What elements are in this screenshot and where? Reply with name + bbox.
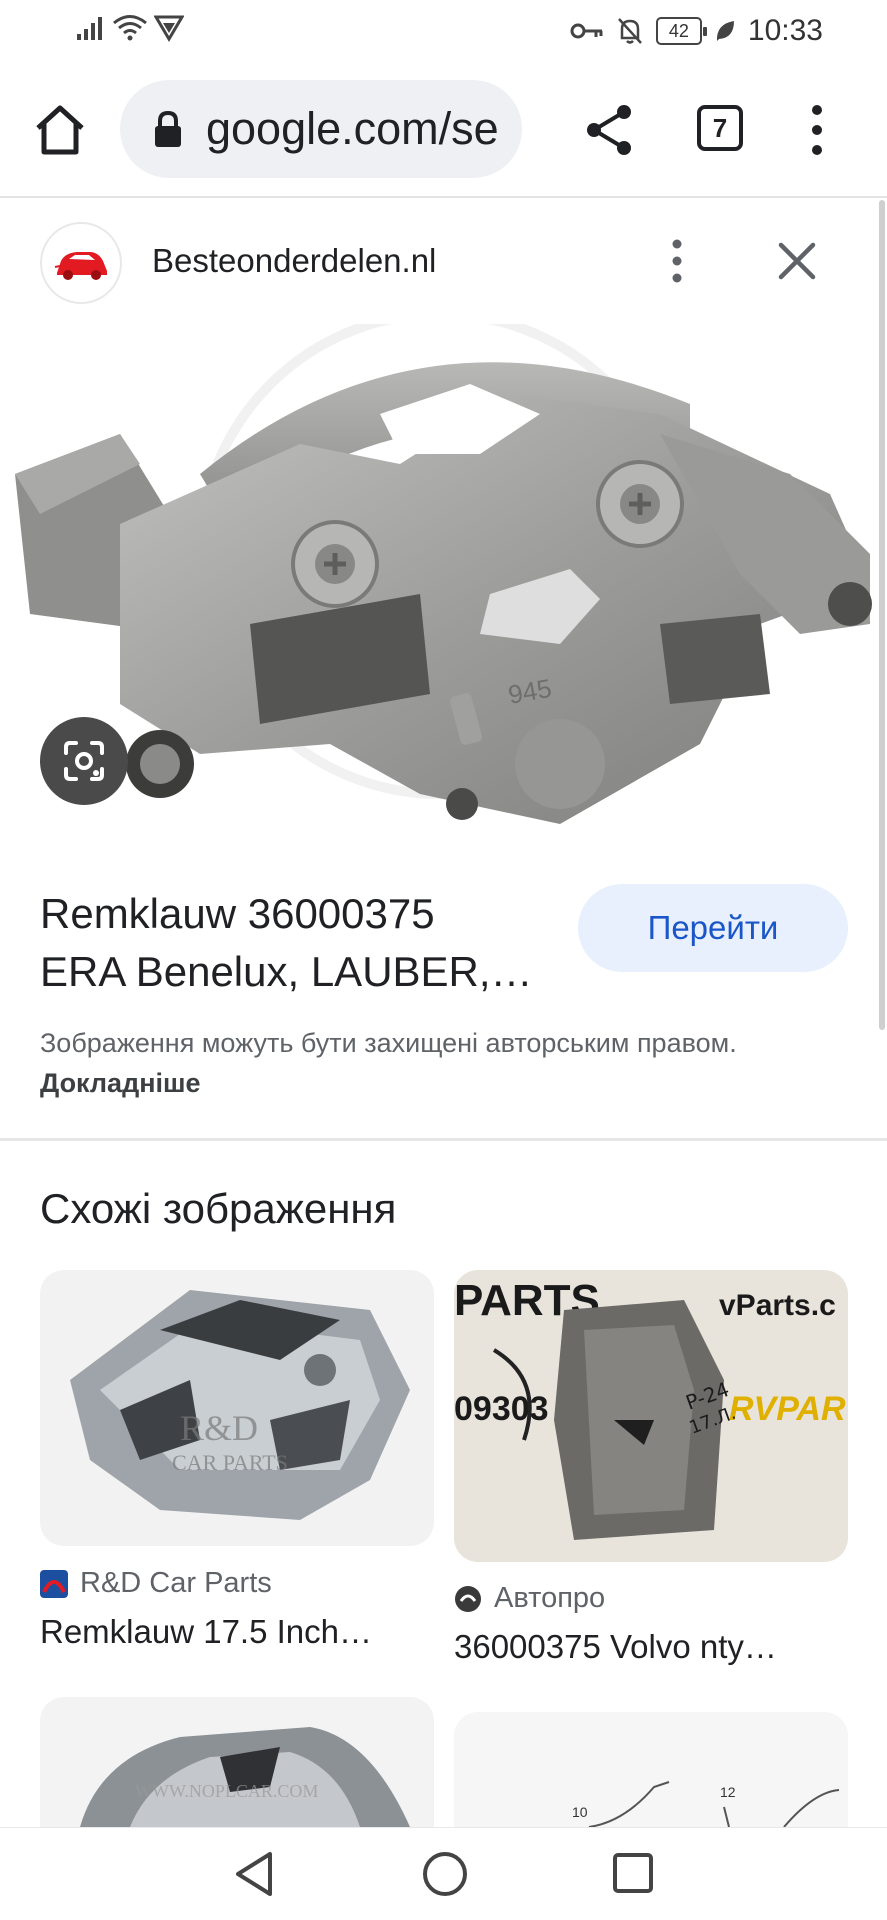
sign-text: vParts.c <box>719 1289 836 1322</box>
home-icon[interactable] <box>30 100 90 160</box>
similar-thumb-diagram[interactable]: 10 12 <box>454 1712 848 1827</box>
diagram-label: 12 <box>720 1784 736 1800</box>
browser-toolbar: google.com/se 7 <box>0 62 887 198</box>
lock-icon <box>155 110 181 147</box>
tabs-icon[interactable]: 7 <box>697 105 743 151</box>
watermark-text: R&D <box>180 1408 258 1448</box>
more-vert-icon[interactable] <box>800 102 834 158</box>
tab-count: 7 <box>712 112 728 143</box>
back-icon[interactable] <box>230 1848 280 1900</box>
lens-button[interactable] <box>40 717 128 805</box>
more-vert-icon[interactable] <box>662 236 692 286</box>
system-nav-bar <box>0 1827 887 1920</box>
vpn-icon <box>154 15 184 42</box>
visit-button[interactable]: Перейти <box>578 884 848 972</box>
status-right: 42 10:33 <box>570 14 823 48</box>
scrollbar[interactable] <box>879 200 885 1030</box>
url-text: google.com/se <box>206 103 499 154</box>
battery-icon: 42 <box>655 17 707 45</box>
sign-text: 09303 <box>454 1390 549 1428</box>
brake-caliper-image[interactable]: 945 <box>0 324 887 854</box>
viewer-header: Besteonderdelen.nl <box>0 200 887 324</box>
leaf-icon <box>716 21 734 41</box>
site-name[interactable]: Besteonderdelen.nl <box>152 242 436 280</box>
similar-thumb-caliper-used[interactable]: PARTS vParts.c 09303 RVPAR P-24 17.Л. <box>454 1270 848 1562</box>
rd-car-parts-logo-icon <box>40 1569 68 1598</box>
sign-text: RVPAR <box>729 1390 846 1428</box>
similar-images-heading: Схожі зображення <box>40 1185 397 1232</box>
result-title[interactable]: Remklauw 36000375 ERA Benelux, LAUBER,… <box>40 885 560 1001</box>
close-icon[interactable] <box>772 236 822 286</box>
watermark-text: WWW.NOPLCAR.COM <box>135 1781 318 1801</box>
lens-icon <box>64 741 104 781</box>
copyright-notice: Зображення можуть бути захищені авторськ… <box>40 1023 820 1103</box>
status-time: 10:33 <box>747 14 823 47</box>
avtopro-logo-icon <box>455 1585 481 1612</box>
wifi-icon <box>113 15 147 41</box>
address-bar[interactable]: google.com/se <box>120 80 522 178</box>
similar-thumb-caliper-blue[interactable]: WWW.NOPLCAR.COM <box>40 1697 434 1827</box>
similar-thumb-caliper-silver[interactable]: R&D CAR PARTS <box>40 1270 434 1546</box>
share-icon[interactable] <box>582 102 638 158</box>
home-circle-icon[interactable] <box>420 1848 470 1900</box>
similar-title[interactable]: Remklauw 17.5 Inch… <box>40 1613 372 1651</box>
copyright-text: Зображення можуть бути захищені авторськ… <box>40 1028 737 1058</box>
diagram-label: 10 <box>572 1804 588 1820</box>
key-icon <box>570 23 603 39</box>
signal-icon <box>77 17 102 40</box>
site-logo-icon[interactable] <box>40 222 122 304</box>
watermark-text: CAR PARTS <box>172 1450 288 1475</box>
section-divider <box>0 1138 887 1141</box>
result-title-line2: ERA Benelux, LAUBER,… <box>40 948 533 995</box>
status-bar: 42 10:33 <box>0 0 887 62</box>
mute-icon <box>618 18 642 44</box>
learn-more-link[interactable]: Докладніше <box>40 1068 201 1098</box>
similar-source: Автопро <box>454 1582 605 1615</box>
recents-icon[interactable] <box>611 1850 655 1896</box>
similar-title[interactable]: 36000375 Volvo nty… <box>454 1628 777 1666</box>
result-title-line1: Remklauw 36000375 <box>40 890 435 937</box>
similar-source: R&D Car Parts <box>40 1567 272 1600</box>
status-left <box>76 14 184 42</box>
